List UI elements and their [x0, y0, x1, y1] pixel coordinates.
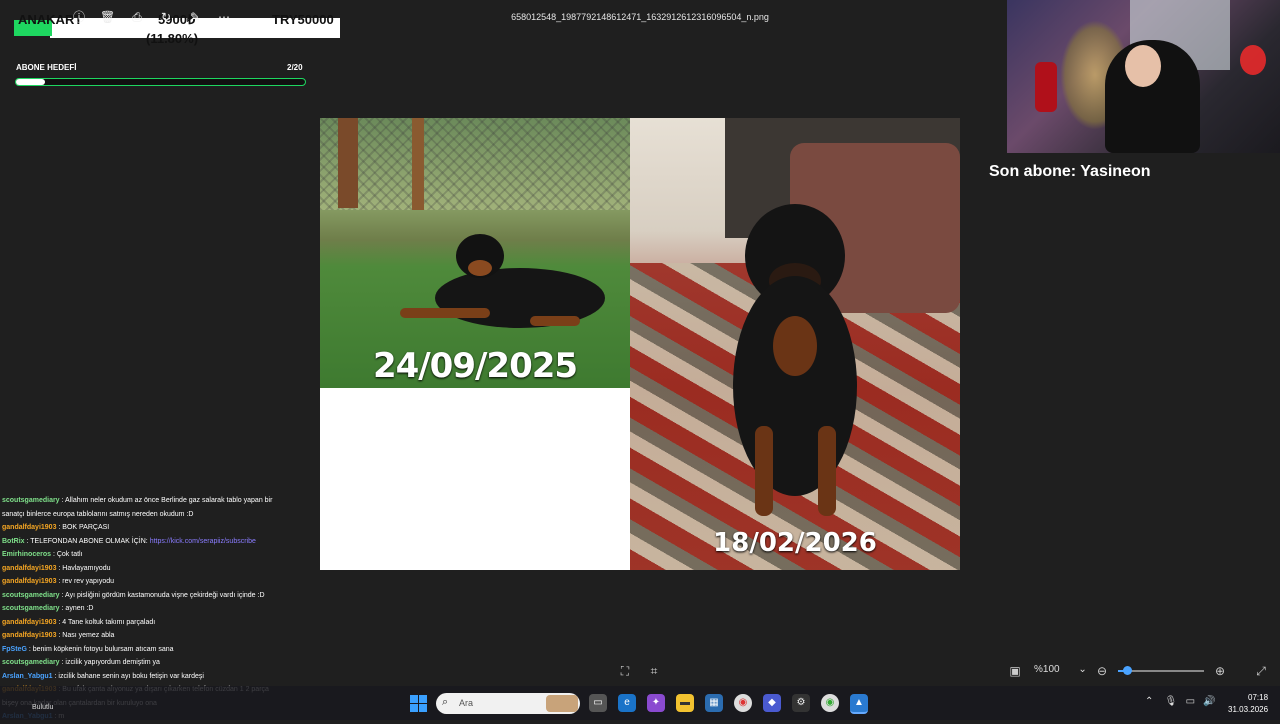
chat-username[interactable]: gandalfdayi1903: [2, 565, 56, 572]
chat-message: gandalfdayi1903 : BOK PARÇASI: [2, 521, 318, 535]
chat-message: scoutsgamediary : aynen :D: [2, 602, 318, 616]
chat-text: : izcilik yapıyordum demiştim ya: [59, 659, 160, 666]
chat-username[interactable]: Emirhinoceros: [2, 551, 51, 558]
task-view-icon[interactable]: ▭: [589, 694, 607, 712]
blank-area: [320, 388, 630, 570]
chat-message: Emirhinoceros : Çok tatlı: [2, 548, 318, 562]
chat-link[interactable]: https://kick.com/serapiiz/subscribe: [150, 538, 256, 545]
chat-message: Arslan_Yabgu1 : izcilik bahane senin ayı…: [2, 670, 318, 684]
photo-left: 24/09/2025: [320, 118, 667, 388]
chat-message: scoutsgamediary : izcilik yapıyordum dem…: [2, 656, 318, 670]
chat-text: : Ayı pisliğini gördüm kastamonuda vişne…: [59, 591, 265, 599]
chat-text: : benim köpkenin fotoyu bulursam atıcam …: [26, 645, 174, 653]
zoom-out-icon[interactable]: ⊖: [1094, 664, 1110, 678]
fullscreen-icon[interactable]: ⤢: [1253, 664, 1269, 679]
system-tray[interactable]: ⌃ 🎙 ▭ 🔊: [1145, 696, 1216, 707]
chat-text: : Allahım neler okudum az önce Berlinde …: [59, 497, 273, 504]
sub-goal-progress-bar: [15, 78, 306, 86]
chat-message: scoutsgamediary : Allahım neler okudum a…: [2, 494, 318, 508]
app-icon[interactable]: ◆: [763, 694, 781, 712]
chat-text: : BOK PARÇASI: [56, 524, 110, 531]
chat-message: scoutsgamediary : Ayı pisliğini gördüm k…: [2, 589, 318, 603]
chat-username[interactable]: BotRix: [2, 538, 25, 545]
chat-username[interactable]: scoutsgamediary: [2, 605, 60, 612]
microphone: [1035, 62, 1057, 112]
clock-time[interactable]: 07:18: [1248, 693, 1268, 702]
dog-lying-image: [400, 234, 605, 328]
dog-sitting-image: [733, 204, 857, 516]
chat-message: gandalfdayi1903 : Havlayamıyodu: [2, 562, 318, 576]
chat-message: gandalfdayi1903 : rev rev yapıyodu: [2, 575, 318, 589]
webcam-lamp: [1240, 45, 1266, 75]
search-placeholder: Ara: [459, 698, 474, 708]
store-icon[interactable]: ▦: [705, 694, 723, 712]
chat-text: : aynen :D: [59, 605, 94, 612]
weather-label: Bulutlu: [32, 704, 54, 711]
zoom-value: %100: [1034, 664, 1060, 675]
chevron-up-icon[interactable]: ⌃: [1145, 696, 1153, 707]
date-label-left: 24/09/2025: [372, 346, 578, 386]
fence: [320, 118, 667, 210]
chat-username[interactable]: gandalfdayi1903: [2, 619, 56, 626]
chat-text: : izcilik bahane senin ayı boku fetişin …: [52, 672, 204, 680]
chat-text: : Nası yemez abla: [56, 632, 115, 639]
photos-icon[interactable]: ▲: [850, 694, 868, 714]
search-highlight-image: [546, 695, 578, 712]
windows-start-icon[interactable]: [410, 695, 427, 712]
fence-post: [412, 118, 424, 210]
zoom-in-icon[interactable]: ⊕: [1212, 664, 1228, 678]
last-subscriber: Son abone: Yasineon: [989, 163, 1151, 180]
fit-icon[interactable]: ⛶: [617, 664, 633, 679]
file-explorer-icon[interactable]: ▬: [676, 694, 694, 712]
copilot-icon[interactable]: ✦: [647, 694, 665, 712]
chat-text: : Havlayamıyodu: [56, 564, 111, 572]
chat-text: : TELEFONDAN ABONE OLMAK İÇİN:: [24, 537, 150, 545]
chat-message: FpSteG : benim köpkenin fotoyu bulursam …: [2, 643, 318, 657]
taskbar: [0, 686, 1280, 720]
chat-username[interactable]: scoutsgamediary: [2, 592, 60, 599]
sub-goal-label: ABONE HEDEFİ: [16, 63, 77, 72]
chat-username[interactable]: gandalfdayi1903: [2, 578, 56, 585]
chat-message: gandalfdayi1903 : Nası yemez abla: [2, 629, 318, 643]
chat-username[interactable]: gandalfdayi1903: [2, 632, 56, 639]
volume-icon[interactable]: 🔊: [1203, 696, 1215, 707]
chat-username[interactable]: FpSteG: [2, 646, 27, 653]
chat-text: : Çok tatlı: [51, 551, 83, 558]
chat-text: : rev rev yapıyodu: [56, 578, 115, 585]
streamer-face: [1125, 45, 1161, 87]
chat-message: BotRix : TELEFONDAN ABONE OLMAK İÇİN: ht…: [2, 535, 318, 549]
screen-icon[interactable]: ▣: [1007, 664, 1023, 678]
chat-message: gandalfdayi1903 : 4 Tane koltuk takımı p…: [2, 616, 318, 630]
search-icon: ⌕: [442, 696, 449, 708]
chat-text: : 4 Tane koltuk takımı parçaladı: [56, 618, 156, 626]
zoom-select[interactable]: %100 ⌄: [1034, 664, 1087, 675]
chrome-alt-icon[interactable]: ◉: [821, 694, 839, 712]
chrome-icon[interactable]: ◉: [734, 694, 752, 712]
chat-username[interactable]: scoutsgamediary: [2, 659, 60, 666]
chat-text: sanatçı binlerce europa tablolarını satm…: [2, 510, 194, 518]
clock-date[interactable]: 31.03.2026: [1228, 705, 1268, 714]
settings-icon[interactable]: ⚙: [792, 694, 810, 712]
microphone-icon[interactable]: 🎙: [1165, 696, 1178, 707]
crop-icon[interactable]: ⌗: [646, 664, 662, 679]
chevron-down-icon: ⌄: [1078, 664, 1087, 675]
chat-username[interactable]: scoutsgamediary: [2, 497, 60, 504]
chat-username[interactable]: gandalfdayi1903: [2, 524, 56, 531]
zoom-slider-thumb[interactable]: [1123, 666, 1132, 675]
chat-message: sanatçı binlerce europa tablolarını satm…: [2, 508, 318, 522]
chat-username[interactable]: Arslan_Yabgu1: [2, 673, 53, 680]
sub-goal-count: 2/20: [287, 63, 303, 72]
display-icon[interactable]: ▭: [1186, 696, 1195, 707]
fence-post: [338, 118, 358, 208]
edge-icon[interactable]: e: [618, 694, 636, 712]
sub-goal-progress-fill: [16, 79, 45, 85]
image-canvas[interactable]: 24/09/2025 18/02/2026: [320, 118, 960, 570]
date-label-right: 18/02/2026: [713, 528, 877, 558]
overlay-percent: (11.80%): [146, 31, 199, 46]
